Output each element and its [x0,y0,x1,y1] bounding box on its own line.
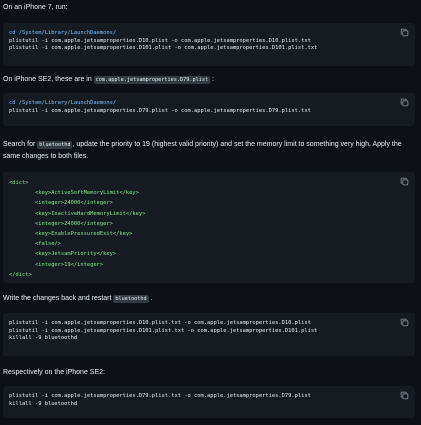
code-line: <integer>24000</integer> [9,220,113,227]
copy-icon[interactable] [400,177,409,186]
copy-icon[interactable] [400,318,409,327]
code-line: plistutil -i com.apple.jetsamproperties.… [9,37,311,44]
code-line: plistutil -i com.apple.jetsamproperties.… [9,393,311,399]
code-block-1: cd /System/Library/LaunchDaemons/plistut… [3,23,415,66]
code-block-1-content: cd /System/Library/LaunchDaemons/plistut… [9,30,317,53]
copy-icon[interactable] [400,28,409,37]
code-line: cd /System/Library/LaunchDaemons/ [9,100,117,106]
code-line: <key>EnablePressuredExit</key> [9,231,133,238]
inline-code-bluetoothd: bluetoothd [37,140,73,149]
code-line: <key>ActiveSoftMemoryLimit</key> [9,190,139,197]
search-prefix: Search for [3,141,38,148]
copy-icon[interactable] [400,391,409,400]
code-line: cd /System/Library/LaunchDaemons/ [9,30,117,36]
code-block-4-content: plistutil -i com.apple.jetsamproperties.… [9,320,317,343]
code-line: plistutil -i com.apple.jetsamproperties.… [9,327,318,334]
se2-suffix: : [210,76,214,83]
code-block-2: cd /System/Library/LaunchDaemons/plistut… [3,93,415,126]
se2-paragraph: On iPhone SE2, these are in com.apple.je… [3,75,214,85]
code-block-5: plistutil -i com.apple.jetsamproperties.… [3,386,415,418]
code-line: killall -9 bluetoothd [9,335,78,342]
write-suffix: . [148,295,153,302]
code-block-5-content: plistutil -i com.apple.jetsamproperties.… [9,393,311,408]
code-line: <dict> [9,180,29,186]
intro-text: On an iPhone 7, run: [3,4,68,11]
code-block-3: <dict> <key>ActiveSoftMemoryLimit</key> … [3,172,415,283]
inline-code-filename: com.apple.jetsamproperties.D79.plist [93,75,211,84]
code-line: <integer>24000</integer> [9,200,113,207]
code-line: killall -9 bluetoothd [9,400,78,407]
code-block-3-content: <dict> <key>ActiveSoftMemoryLimit</key> … [9,178,145,280]
write-paragraph: Write the changes back and restart bluet… [3,294,153,304]
code-line: <key>InactiveHardMemoryLimit</key> [9,210,146,217]
code-line: plistutil -i com.apple.jetsamproperties.… [9,45,318,52]
code-block-2-content: cd /System/Library/LaunchDaemons/plistut… [9,100,311,115]
code-line: <key>JetsamPriority</key> [9,251,117,258]
write-prefix: Write the changes back and restart [3,295,114,302]
search-paragraph: Search for bluetoothd, update the priori… [3,139,415,162]
code-line: plistutil -i com.apple.jetsamproperties.… [9,320,311,326]
code-line: <integer>19</integer> [9,261,104,268]
se2-prefix: On iPhone SE2, these are in [3,76,94,83]
copy-icon[interactable] [400,98,409,107]
inline-code-bluetoothd: bluetoothd [113,294,149,303]
code-line: </dict> [9,271,32,278]
code-line: plistutil -i com.apple.jetsamproperties.… [9,107,311,114]
code-block-4: plistutil -i com.apple.jetsamproperties.… [3,313,415,356]
code-line: <false/> [9,241,61,248]
respectively-text: Respectively on the iPhone SE2: [3,369,105,376]
